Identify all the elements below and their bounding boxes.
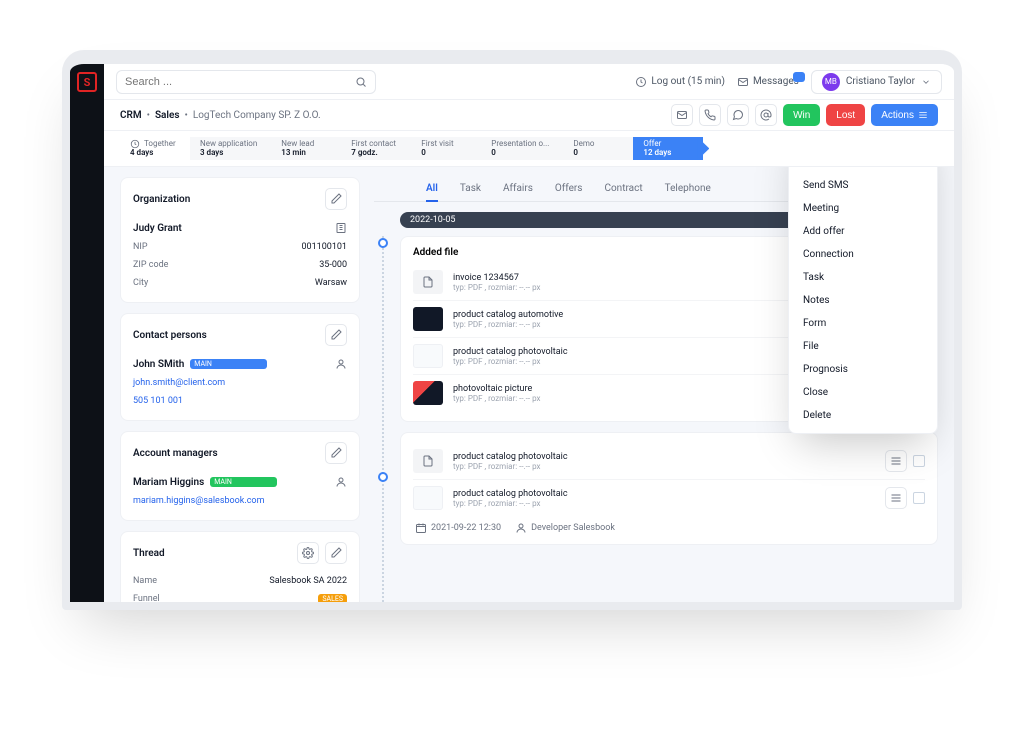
timeline-entry-meta: 2021-09-22 12:30 Developer Salesbook — [413, 516, 925, 534]
file-row[interactable]: product catalog photovoltaictyp: PDF , r… — [413, 479, 925, 516]
managers-title: Account managers — [133, 448, 218, 459]
file-checkbox[interactable] — [913, 455, 925, 467]
file-menu-button[interactable] — [885, 487, 907, 509]
file-row[interactable]: product catalog photovoltaictyp: PDF , r… — [413, 443, 925, 479]
file-thumb-image — [413, 381, 443, 405]
stage-offer[interactable]: Offer12 days — [633, 137, 703, 160]
menu-close[interactable]: Close — [789, 381, 937, 404]
stage-presentation[interactable]: Presentation o...0 — [481, 137, 563, 160]
managers-card: Account managers Mariam Higgins MAIN mari… — [120, 431, 360, 521]
tab-offers[interactable]: Offers — [555, 177, 583, 201]
file-thumb-image — [413, 486, 443, 510]
edit-contacts-button[interactable] — [325, 324, 347, 346]
file-thumb-doc — [413, 270, 443, 294]
menu-priority[interactable]: Priority — [789, 167, 937, 174]
pipeline-stages: Together 4 days New application3 days Ne… — [104, 131, 954, 167]
user-menu[interactable]: MB Cristiano Taylor — [811, 70, 942, 94]
tab-affairs[interactable]: Affairs — [503, 177, 533, 201]
organization-card: Organization Judy Grant NIP001100101 ZIP… — [120, 177, 360, 303]
tab-telephone[interactable]: Telephone — [665, 177, 711, 201]
edit-thread-button[interactable] — [325, 542, 347, 564]
person-icon — [335, 476, 347, 488]
logout-link[interactable]: Log out (15 min) — [635, 76, 725, 88]
sms-button[interactable] — [727, 104, 749, 126]
manager-name: Mariam Higgins — [133, 477, 204, 488]
search-icon — [355, 76, 367, 88]
organization-title: Organization — [133, 194, 190, 205]
calendar-icon — [415, 522, 427, 534]
breadcrumb: CRM • Sales • LogTech Company SP. Z O.O. — [120, 110, 321, 121]
stage-demo[interactable]: Demo0 — [563, 137, 633, 160]
contact-name: John SMith — [133, 359, 184, 370]
menu-form[interactable]: Form — [789, 312, 937, 335]
organization-name: Judy Grant — [133, 223, 182, 234]
avatar: MB — [822, 73, 840, 91]
actions-button[interactable]: Actions — [871, 104, 938, 126]
edit-managers-button[interactable] — [325, 442, 347, 464]
file-menu-button[interactable] — [885, 450, 907, 472]
thread-title: Thread — [133, 548, 165, 559]
main-tag: MAIN — [190, 359, 266, 369]
messages-link[interactable]: Messages — [737, 76, 799, 88]
manager-email[interactable]: mariam.higgins@salesbook.com — [133, 496, 264, 506]
app-rail: S — [70, 64, 104, 602]
main-tag: MAIN — [210, 477, 276, 487]
file-thumb-doc — [413, 449, 443, 473]
stage-first-visit[interactable]: First visit0 — [411, 137, 481, 160]
menu-connection[interactable]: Connection — [789, 243, 937, 266]
person-icon — [515, 522, 527, 534]
menu-delete[interactable]: Delete — [789, 404, 937, 427]
at-button[interactable] — [755, 104, 777, 126]
contacts-card: Contact persons John SMith MAIN john.smit… — [120, 313, 360, 421]
thread-settings-button[interactable] — [297, 542, 319, 564]
file-checkbox[interactable] — [913, 492, 925, 504]
app-logo[interactable]: S — [77, 72, 97, 92]
contact-email[interactable]: john.smith@client.com — [133, 378, 225, 388]
timeline-entry-files: product catalog photovoltaictyp: PDF , r… — [400, 432, 938, 545]
sales-tag: SALES — [318, 594, 347, 602]
tab-contract[interactable]: Contract — [604, 177, 642, 201]
edit-organization-button[interactable] — [325, 188, 347, 210]
person-icon — [335, 358, 347, 370]
tab-all[interactable]: All — [426, 177, 438, 202]
menu-send-sms[interactable]: Send SMS — [789, 174, 937, 197]
stage-together[interactable]: Together 4 days — [120, 137, 190, 160]
breadcrumb-bar: CRM • Sales • LogTech Company SP. Z O.O.… — [104, 100, 954, 131]
contact-phone[interactable]: 505 101 001 — [133, 396, 183, 406]
menu-meeting[interactable]: Meeting — [789, 197, 937, 220]
messages-label: Messages — [753, 76, 799, 87]
menu-file[interactable]: File — [789, 335, 937, 358]
thread-card: Thread NameSalesbook SA 2022 FunnelSALES… — [120, 531, 360, 602]
menu-icon — [918, 110, 928, 120]
lost-button[interactable]: Lost — [826, 104, 865, 126]
stage-first-contact[interactable]: First contact7 godz. — [341, 137, 411, 160]
logout-label: Log out (15 min) — [651, 76, 725, 87]
file-thumb-image — [413, 307, 443, 331]
topbar: Log out (15 min) Messages MB Cristiano T… — [104, 64, 954, 100]
file-thumb-image — [413, 344, 443, 368]
actions-menu: Status change Priority Send SMS Meeting … — [788, 167, 938, 434]
chevron-down-icon — [921, 77, 931, 87]
user-name: Cristiano Taylor — [846, 76, 915, 87]
contacts-title: Contact persons — [133, 330, 207, 341]
stage-new-lead[interactable]: New lead13 min — [271, 137, 341, 160]
building-icon — [335, 222, 347, 234]
stage-new-application[interactable]: New application3 days — [190, 137, 271, 160]
search-input[interactable] — [125, 76, 349, 88]
search-box[interactable] — [116, 70, 376, 94]
tab-task[interactable]: Task — [460, 177, 481, 201]
menu-notes[interactable]: Notes — [789, 289, 937, 312]
menu-task[interactable]: Task — [789, 266, 937, 289]
phone-button[interactable] — [699, 104, 721, 126]
menu-prognosis[interactable]: Prognosis — [789, 358, 937, 381]
menu-add-offer[interactable]: Add offer — [789, 220, 937, 243]
mail-button[interactable] — [671, 104, 693, 126]
win-button[interactable]: Win — [783, 104, 820, 126]
